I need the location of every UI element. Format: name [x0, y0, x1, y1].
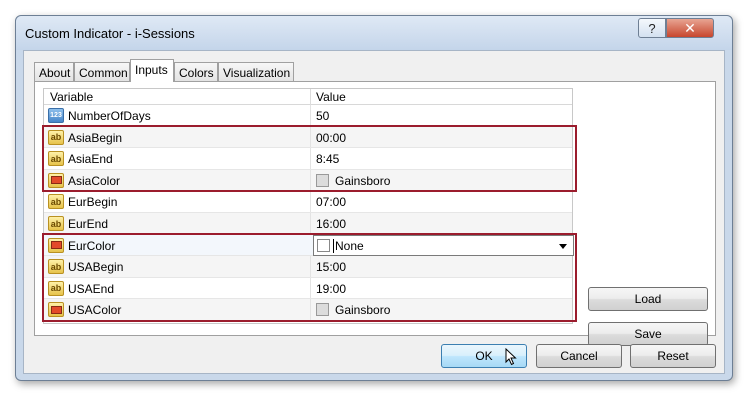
variable-name: USAEnd: [68, 281, 115, 296]
grid-row-usabegin[interactable]: ab USABegin 15:00: [44, 256, 572, 278]
grid-row-numberofdays[interactable]: 123 NumberOfDays 50: [44, 105, 572, 127]
color-swatch: [317, 238, 330, 252]
variable-value[interactable]: 19:00: [316, 282, 346, 296]
string-icon: ab: [48, 151, 64, 167]
cancel-button[interactable]: Cancel: [536, 344, 622, 368]
title-bar[interactable]: Custom Indicator - i-Sessions ? ✕: [16, 16, 732, 50]
string-icon: ab: [48, 280, 64, 296]
color-icon: [48, 237, 64, 253]
window-title: Custom Indicator - i-Sessions: [25, 26, 195, 41]
ok-label: OK: [475, 349, 493, 363]
variable-name: AsiaEnd: [68, 152, 113, 167]
variable-name: USABegin: [68, 260, 124, 275]
string-icon: ab: [48, 194, 64, 210]
dialog-window: Custom Indicator - i-Sessions ? ✕ About …: [15, 15, 733, 381]
close-button[interactable]: ✕: [666, 18, 714, 38]
tab-visualization[interactable]: Visualization: [218, 62, 294, 81]
tab-inputs[interactable]: Inputs: [130, 59, 174, 82]
chevron-down-icon[interactable]: [559, 243, 567, 249]
tab-colors[interactable]: Colors: [174, 62, 218, 81]
grid-row-eurbegin[interactable]: ab EurBegin 07:00: [44, 191, 572, 213]
number-icon: 123: [48, 108, 64, 123]
string-icon: ab: [48, 129, 64, 145]
grid-row-eurcolor[interactable]: EurColor None: [44, 234, 574, 257]
variable-name: USAColor: [68, 303, 122, 318]
ok-button[interactable]: OK: [441, 344, 527, 368]
dropdown-value[interactable]: None: [335, 239, 364, 253]
color-icon: [48, 302, 64, 318]
variable-value[interactable]: 8:45: [316, 152, 339, 166]
grid-row-asiabegin[interactable]: ab AsiaBegin 00:00: [44, 126, 572, 149]
grid-row-eurend[interactable]: ab EurEnd 16:00: [44, 213, 572, 235]
tab-common[interactable]: Common: [74, 62, 130, 81]
variable-value[interactable]: Gainsboro: [335, 303, 390, 317]
mouse-pointer-icon: [505, 348, 517, 366]
dialog-client: About Common Inputs Colors Visualization…: [23, 50, 725, 374]
grid-row-usaend[interactable]: ab USAEnd 19:00: [44, 277, 572, 300]
variable-value[interactable]: 00:00: [316, 131, 346, 145]
color-icon: [48, 172, 64, 188]
color-swatch: [316, 173, 329, 187]
grid-row-asiaend[interactable]: ab AsiaEnd 8:45: [44, 148, 572, 170]
variable-value[interactable]: 15:00: [316, 260, 346, 274]
grid-row-asiacolor[interactable]: AsiaColor Gainsboro: [44, 169, 572, 192]
variable-value[interactable]: Gainsboro: [335, 174, 390, 188]
variable-name: AsiaBegin: [68, 130, 123, 145]
color-dropdown[interactable]: None: [313, 234, 574, 256]
inputs-grid: Variable Value 123 NumberOfDays 50 ab As…: [42, 88, 577, 324]
string-icon: ab: [48, 216, 64, 231]
reset-button[interactable]: Reset: [630, 344, 716, 368]
variable-name: AsiaColor: [68, 173, 121, 188]
variable-value[interactable]: 50: [316, 109, 329, 123]
load-button[interactable]: Load: [588, 287, 708, 311]
grid-header: Variable Value: [44, 89, 572, 105]
inputs-panel: Variable Value 123 NumberOfDays 50 ab As…: [34, 81, 716, 346]
tab-about[interactable]: About: [34, 62, 74, 81]
color-swatch: [316, 303, 329, 317]
variable-name: NumberOfDays: [68, 109, 151, 123]
variable-name: EurColor: [68, 238, 116, 253]
column-header-value[interactable]: Value: [316, 90, 346, 104]
variable-value[interactable]: 16:00: [316, 217, 346, 231]
variable-name: EurBegin: [68, 195, 118, 210]
help-button[interactable]: ?: [638, 18, 666, 38]
column-header-variable[interactable]: Variable: [50, 90, 93, 104]
variable-name: EurEnd: [68, 217, 109, 231]
save-button[interactable]: Save: [588, 322, 708, 346]
text-caret: [333, 238, 334, 253]
variable-value[interactable]: 07:00: [316, 195, 346, 209]
string-icon: ab: [48, 259, 64, 275]
grid-row-usacolor[interactable]: USAColor Gainsboro: [44, 299, 572, 321]
